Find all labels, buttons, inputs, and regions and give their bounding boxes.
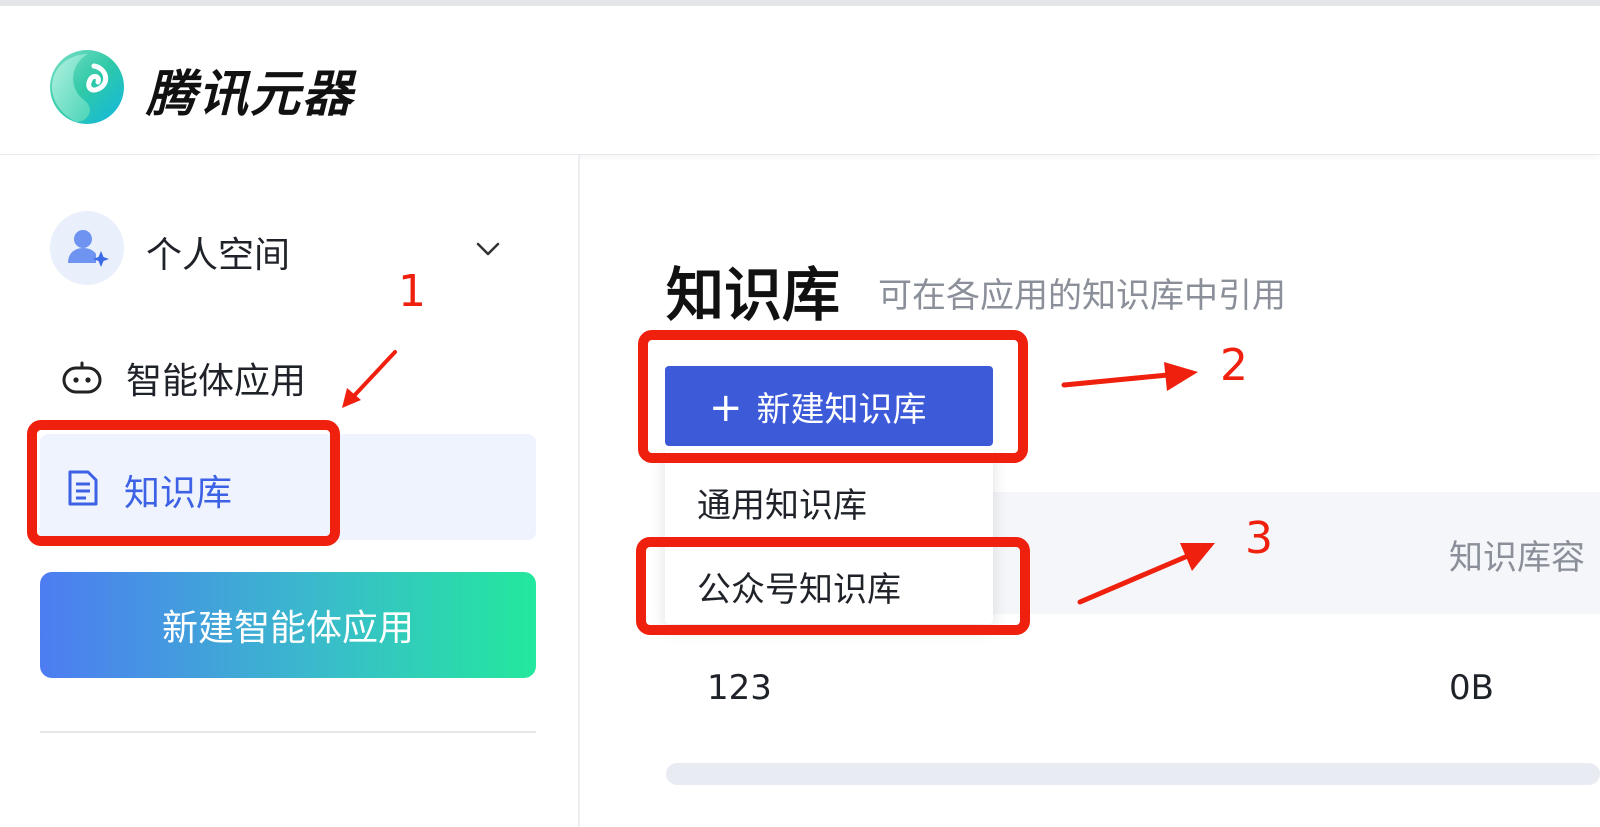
menu-item-general-kb[interactable]: 通用知识库 [697, 478, 867, 527]
yuanqi-logo-icon[interactable] [48, 48, 126, 126]
sidebar-divider [40, 731, 536, 733]
arrow-2 [1061, 362, 1198, 391]
annotation-box-2 [638, 330, 1028, 463]
top-header: 腾讯元器 [0, 6, 1600, 155]
workspace-switcher-label[interactable]: 个人空间 [146, 226, 290, 278]
annotation-number-2: 2 [1220, 340, 1248, 391]
table-horizontal-scrollbar[interactable] [666, 763, 1600, 785]
table-cell-name[interactable]: 123 [707, 668, 772, 708]
brand-name: 腾讯元器 [146, 65, 354, 123]
annotation-box-1 [27, 420, 340, 546]
chevron-down-icon[interactable] [474, 236, 502, 262]
column-header-kb-size[interactable]: 知识库容 [1449, 530, 1585, 579]
user-star-icon [68, 230, 109, 267]
sidebar-item-label: 智能体应用 [126, 361, 307, 402]
sidebar-item-agent-apps[interactable]: 智能体应用 [60, 352, 540, 402]
annotation-box-3 [636, 537, 1030, 635]
workspace-avatar[interactable] [50, 211, 124, 285]
table-cell-size: 0B [1449, 668, 1494, 708]
robot-icon [62, 361, 102, 394]
new-agent-app-button[interactable]: 新建智能体应用 [40, 572, 536, 678]
annotation-number-3: 3 [1245, 513, 1273, 564]
annotation-number-1: 1 [398, 266, 426, 317]
page-title: 知识库 [666, 261, 841, 329]
page-subtitle: 可在各应用的知识库中引用 [878, 276, 1286, 316]
